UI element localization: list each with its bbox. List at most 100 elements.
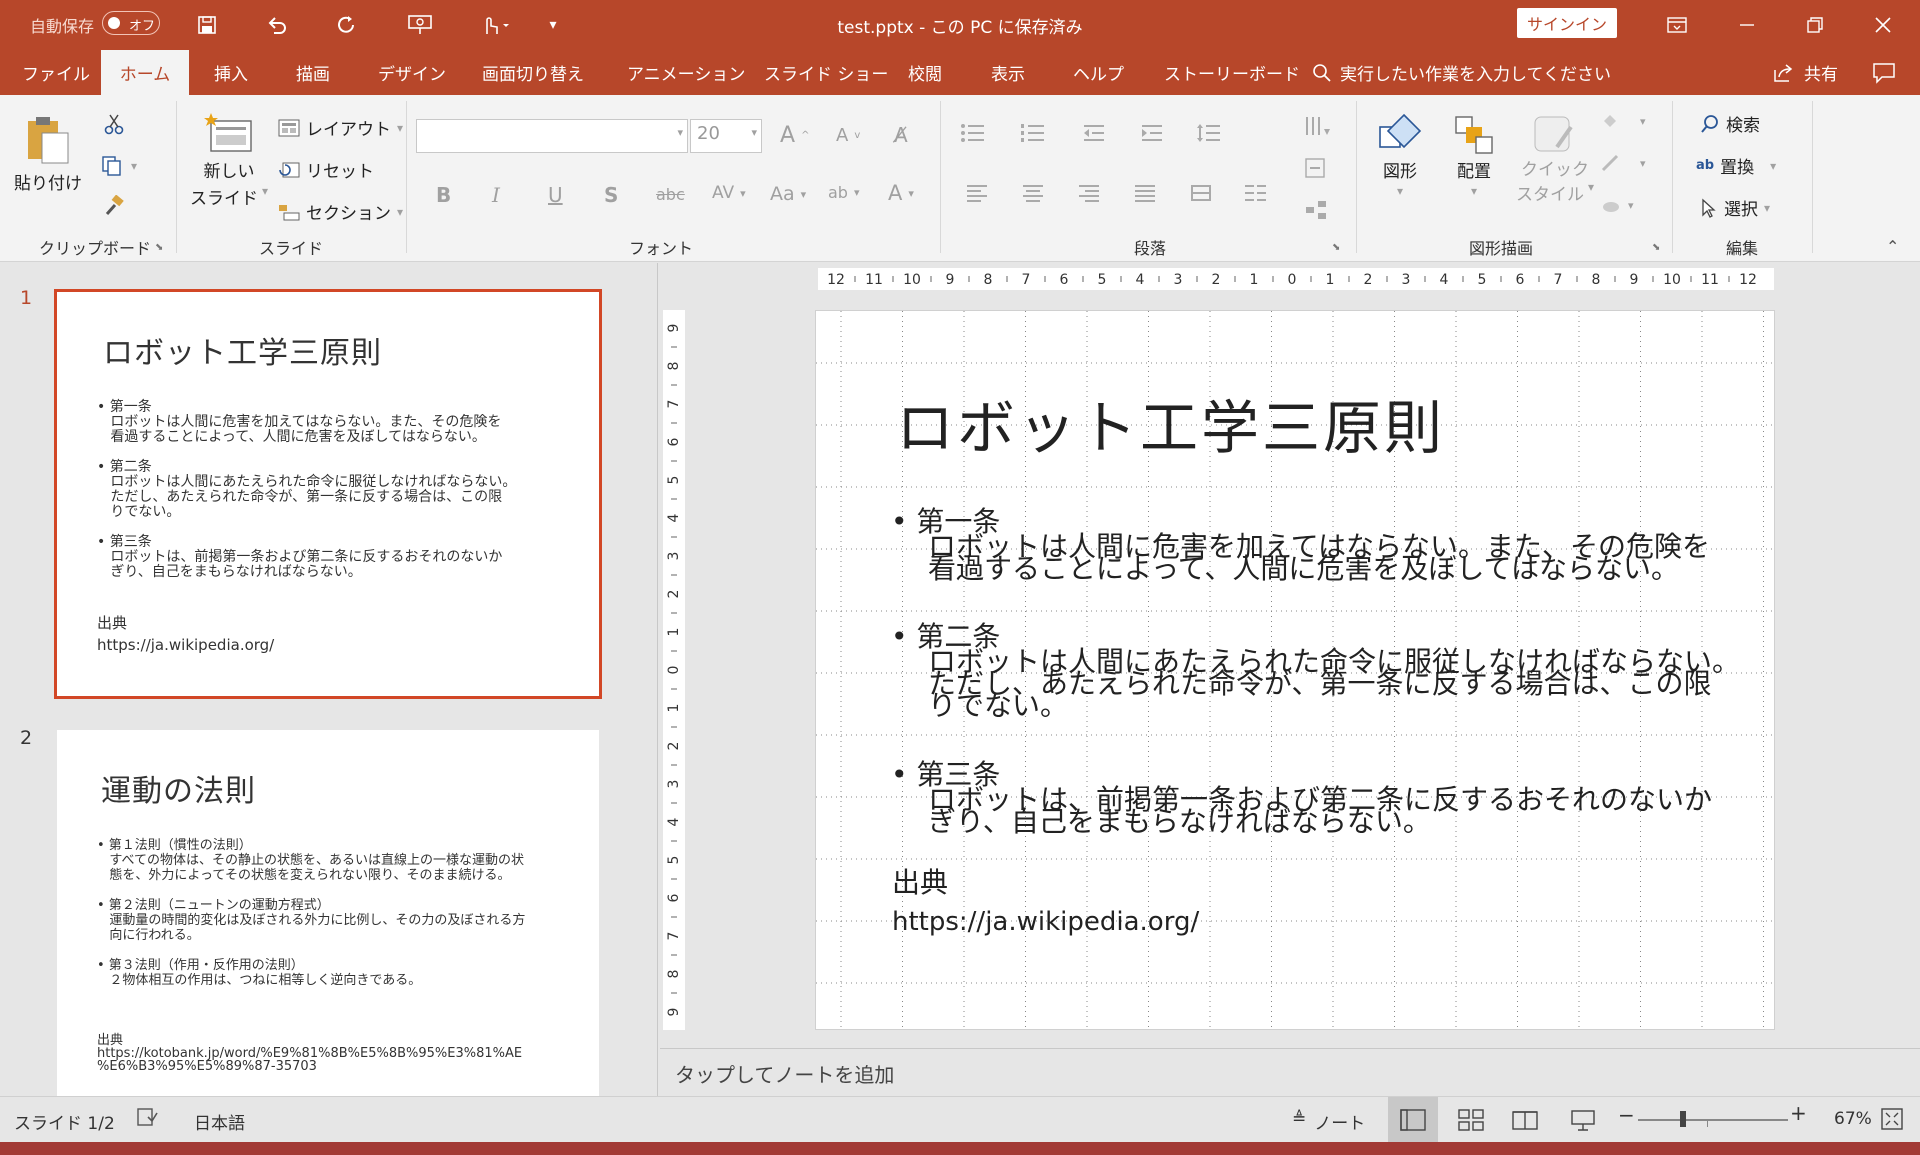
tab-animations[interactable]: アニメーション [627,50,745,95]
quick-styles-button[interactable]: クイック スタイル ▾ [1516,113,1594,205]
arrange-button[interactable]: 配置 ▾ [1450,113,1498,198]
find-button[interactable]: 検索 [1700,111,1760,136]
text-shadow-icon[interactable]: S [604,183,618,207]
slideshow-view-icon[interactable] [1570,1109,1596,1136]
bullet-3-text[interactable]: ロボットは、前掲第一条および第二条に反するおそれのないか ぎり、自己をまもらなけ… [928,786,1712,836]
clipboard-launcher-icon[interactable]: ⬊ [155,242,163,253]
tab-design[interactable]: デザイン [378,50,446,95]
customize-qat-icon[interactable]: ▾ [540,8,566,42]
font-color-icon[interactable]: A ▾ [888,181,914,205]
reset-button[interactable]: リセット [278,157,374,182]
italic-icon[interactable]: I [492,183,500,207]
slide-title[interactable]: ロボット工学三原則 [896,381,1445,465]
shrink-font-icon[interactable]: Av [836,125,860,146]
drawing-launcher-icon[interactable]: ⬊ [1652,242,1660,253]
save-icon[interactable] [190,8,224,42]
font-name-input[interactable]: ▾ [416,119,688,153]
ribbon-display-options-icon[interactable] [1660,8,1694,42]
font-size-input[interactable]: 20 ▾ [690,119,762,153]
tab-view[interactable]: 表示 [991,50,1025,95]
tab-slideshow[interactable]: スライド ショー [764,50,888,95]
align-text-icon[interactable] [1304,157,1334,181]
paragraph-launcher-icon[interactable]: ⬊ [1332,242,1340,253]
bullet-1-text[interactable]: ロボットは人間に危害を加えてはならない。また、その危険を 看過することによって、… [928,533,1710,583]
grow-font-icon[interactable]: A ^ [780,123,809,148]
clear-formatting-icon[interactable]: A̸ [894,123,908,147]
format-painter-button[interactable] [103,195,125,217]
tab-home[interactable]: ホーム [101,50,189,95]
paste-button[interactable]: 貼り付け [14,113,82,194]
comments-icon[interactable] [1872,50,1896,95]
bullet-2-text[interactable]: ロボットは人間にあたえられた命令に服従しなければならない。 ただし、あたえられた… [928,648,1740,720]
slide-thumbnail-2[interactable]: 運動の法則 • 第１法則（慣性の法則） すべての物体は、その静止の状態を、あるい… [57,730,599,1096]
slide-canvas[interactable]: ロボット工学三原則 • 第一条 ロボットは人間に危害を加えてはならない。また、そ… [815,310,1775,1030]
shape-outline-icon[interactable]: ▾ [1600,153,1646,173]
increase-indent-icon[interactable] [1140,123,1164,143]
zoom-in-icon[interactable]: + [1790,1101,1807,1125]
tab-storyboard[interactable]: ストーリーボード [1164,50,1300,95]
touch-mode-icon[interactable] [470,8,518,42]
undo-icon[interactable] [260,8,294,42]
autosave-toggle[interactable]: オフ [102,11,160,35]
normal-view-icon[interactable] [1388,1097,1438,1143]
panel-divider[interactable] [657,263,658,1096]
tab-insert[interactable]: 挿入 [214,50,248,95]
section-button[interactable]: セクション ▾ [278,199,403,224]
shape-effects-icon[interactable]: ▾ [1600,195,1634,215]
align-center-icon[interactable] [1022,183,1044,203]
zoom-out-icon[interactable]: − [1618,1103,1635,1127]
tab-file[interactable]: ファイル [22,50,90,95]
copy-button[interactable]: ▾ [101,155,137,177]
close-icon[interactable] [1866,8,1900,42]
tab-transitions[interactable]: 画面切り替え [482,50,584,95]
notes-pane[interactable]: タップしてノートを追加 [660,1048,1920,1096]
source-label[interactable]: 出典 [892,869,948,897]
signin-button[interactable]: サインイン [1517,8,1617,38]
numbering-icon[interactable] [1020,123,1050,143]
zoom-level[interactable]: 67% [1834,1109,1872,1129]
slide-thumbnail-1[interactable]: ロボット工学三原則 • 第一条 ロボットは人間に危害を加えてはならない。また、そ… [54,289,602,699]
highlight-icon[interactable]: ab ▾ [828,183,860,202]
shape-fill-icon[interactable]: ▾ [1600,111,1646,131]
distributed-icon[interactable] [1190,183,1212,203]
reading-view-icon[interactable] [1512,1109,1538,1136]
layout-button[interactable]: レイアウト ▾ [278,115,403,140]
decrease-indent-icon[interactable] [1082,123,1106,143]
align-left-icon[interactable] [966,183,988,203]
tab-review[interactable]: 校閲 [908,50,942,95]
zoom-slider[interactable] [1638,1119,1788,1121]
zoom-slider-thumb[interactable] [1680,1111,1686,1127]
accessibility-icon[interactable] [136,1107,158,1132]
shapes-button[interactable]: 図形 ▾ [1376,113,1424,198]
tab-draw[interactable]: 描画 [296,50,330,95]
underline-icon[interactable]: U [548,183,563,207]
tell-me-box[interactable]: 実行したい作業を入力してください [1312,50,1611,95]
columns-icon[interactable] [1244,183,1276,203]
tab-help[interactable]: ヘルプ [1073,50,1124,95]
share-button[interactable]: 共有 [1772,50,1838,95]
minimize-icon[interactable] [1730,8,1764,42]
collapse-ribbon-icon[interactable]: ⌃ [1886,237,1899,256]
strikethrough-icon[interactable]: abc [656,185,685,204]
restore-icon[interactable] [1798,8,1832,42]
notes-toggle-button[interactable]: ≜ ノート [1292,1109,1365,1134]
source-url[interactable]: https://ja.wikipedia.org/ [892,909,1199,935]
language-label[interactable]: 日本語 [194,1109,245,1134]
line-spacing-icon[interactable] [1196,123,1230,143]
new-slide-button[interactable]: 新しい スライド ▾ [190,113,268,209]
justify-icon[interactable] [1134,183,1156,203]
smartart-icon[interactable] [1304,199,1334,223]
change-case-icon[interactable]: Aa ▾ [770,183,806,205]
bullets-icon[interactable] [960,123,990,143]
fit-to-window-icon[interactable] [1880,1107,1904,1136]
character-spacing-icon[interactable]: AV ▾ [712,183,746,203]
redo-icon[interactable] [330,8,364,42]
text-direction-icon[interactable] [1304,115,1334,139]
bold-icon[interactable]: B [436,183,451,207]
cut-button[interactable] [103,113,125,135]
presenter-icon[interactable] [400,8,440,42]
replace-button[interactable]: ab 置換 ▾ [1696,153,1776,178]
align-right-icon[interactable] [1078,183,1100,203]
select-button[interactable]: 選択 ▾ [1700,195,1770,220]
slide-sorter-icon[interactable] [1458,1109,1484,1136]
